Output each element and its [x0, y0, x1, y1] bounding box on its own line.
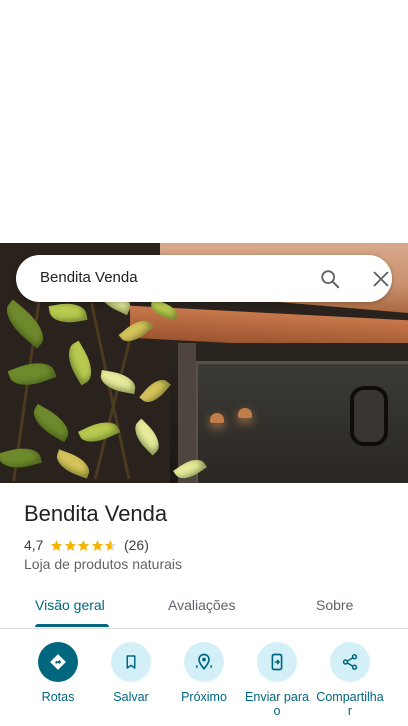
- directions-icon: [38, 642, 78, 682]
- half-star-icon: [105, 539, 117, 551]
- directions-button[interactable]: Rotas: [21, 642, 95, 704]
- save-label: Salvar: [113, 690, 149, 704]
- tab-reviews[interactable]: Avaliações: [168, 597, 235, 613]
- review-count[interactable]: (26): [124, 537, 149, 553]
- nearby-icon: [184, 642, 224, 682]
- send-to-phone-button[interactable]: Enviar para o: [240, 642, 314, 718]
- search-box[interactable]: Bendita Venda: [16, 255, 392, 302]
- star-icon: [91, 539, 104, 551]
- star-icon: [78, 539, 90, 551]
- close-icon[interactable]: [370, 268, 392, 290]
- star-icon: [51, 539, 63, 551]
- tab-overview[interactable]: Visão geral: [35, 597, 105, 613]
- map-area[interactable]: [0, 0, 408, 243]
- send-to-phone-icon: [257, 642, 297, 682]
- place-title: Bendita Venda: [24, 501, 168, 526]
- place-category: Loja de produtos naturais: [24, 556, 182, 572]
- nearby-label: Próximo: [181, 690, 227, 704]
- tab-active-indicator: [35, 624, 109, 627]
- save-button[interactable]: Salvar: [94, 642, 168, 704]
- nearby-button[interactable]: Próximo: [167, 642, 241, 704]
- search-query[interactable]: Bendita Venda: [40, 269, 138, 286]
- rating-row[interactable]: 4,7 (26): [24, 536, 149, 554]
- share-label: Compartilhar: [316, 690, 384, 718]
- star-icon: [64, 539, 77, 551]
- send-to-phone-label: Enviar para o: [245, 690, 309, 718]
- rating-stars: [50, 539, 118, 552]
- share-icon: [330, 642, 370, 682]
- action-bar: Rotas Salvar Próximo Enviar para o Compa…: [0, 642, 408, 726]
- tab-about[interactable]: Sobre: [316, 597, 353, 613]
- share-button[interactable]: Compartilhar: [313, 642, 387, 718]
- directions-label: Rotas: [41, 690, 75, 704]
- bookmark-icon: [111, 642, 151, 682]
- search-icon[interactable]: [319, 268, 341, 290]
- rating-value: 4,7: [24, 537, 44, 553]
